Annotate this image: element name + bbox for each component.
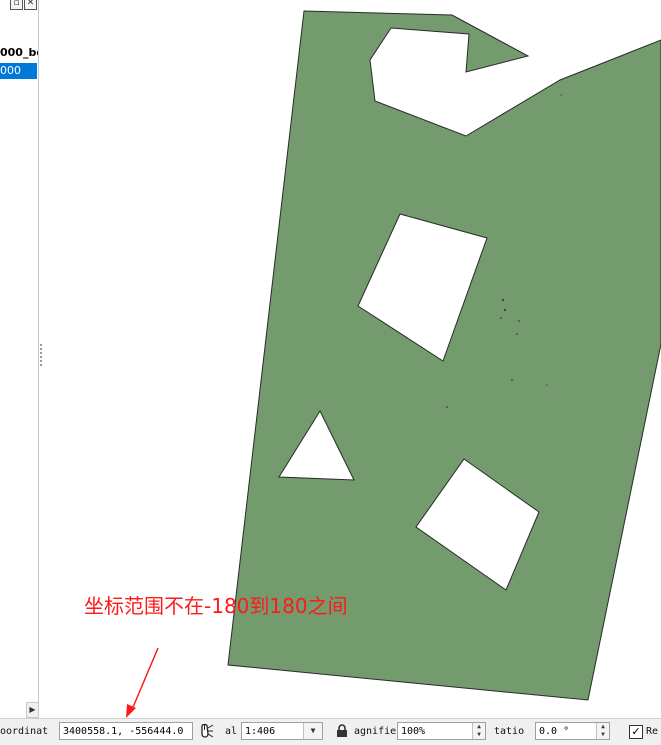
coordinate-label: oordinat (0, 726, 49, 737)
chevron-down-icon[interactable]: ▼ (303, 723, 322, 739)
scale-label: al (225, 726, 238, 737)
spin-arrows-icon[interactable]: ▲ ▼ (596, 723, 609, 739)
panel-splitter-handle[interactable] (40, 344, 42, 366)
layer-item-selected[interactable]: 000 (0, 63, 37, 79)
magnifier-value: 100% (401, 726, 426, 737)
rotation-label: tatio (494, 726, 525, 737)
rotation-spinbox[interactable]: 0.0 ° ▲ ▼ (535, 722, 610, 740)
mouse-icon[interactable] (197, 722, 215, 740)
layers-panel: ▫ ✕ 000_bo 000 ▶ (0, 0, 39, 718)
spin-arrows-icon[interactable]: ▲ ▼ (472, 723, 485, 739)
scroll-right-arrow-icon[interactable]: ▶ (26, 702, 38, 718)
layers-panel-header: ▫ ✕ (0, 0, 38, 10)
magnifier-label: agnifie (354, 726, 396, 737)
annotation-text: 坐标范围不在-180到180之间 (84, 594, 348, 618)
annotation-arrow (126, 647, 159, 718)
magnifier-spinbox[interactable]: 100% ▲ ▼ (397, 722, 486, 740)
layer-item-bo[interactable]: 000_bo (0, 45, 38, 61)
scale-combobox[interactable]: 1:406 ▼ (241, 722, 323, 740)
close-panel-icon[interactable]: ✕ (24, 0, 37, 10)
rotation-value: 0.0 ° (539, 726, 570, 737)
status-bar: oordinat 3400558.1, -556444.0 al 1:406 ▼… (0, 718, 661, 745)
render-label: Re (646, 726, 659, 737)
float-panel-icon[interactable]: ▫ (10, 0, 23, 10)
render-checkbox[interactable]: ✓ (629, 725, 643, 739)
lock-icon[interactable] (335, 724, 349, 738)
scale-value: 1:406 (245, 726, 276, 737)
coordinate-field[interactable]: 3400558.1, -556444.0 (59, 722, 193, 740)
